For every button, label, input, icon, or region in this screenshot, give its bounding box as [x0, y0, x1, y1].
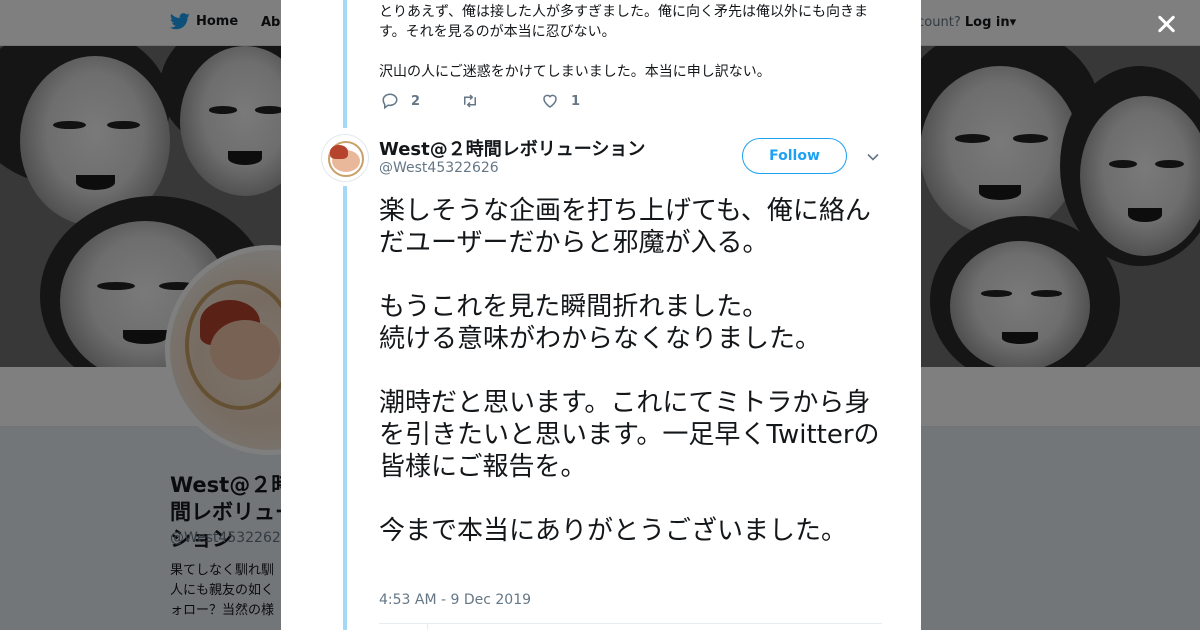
- tweet-modal: とりあえず、俺は接した人が多すぎました。俺に向く矛先は俺以外にも向きます。それを…: [281, 0, 921, 630]
- tweet-paragraph: 今まで本当にありがとうございました。: [379, 516, 848, 546]
- reply-icon: [382, 93, 398, 110]
- tweet-author-handle[interactable]: @West45322626: [379, 160, 499, 176]
- retweet-icon: [464, 94, 476, 108]
- close-icon[interactable]: [1152, 10, 1180, 38]
- thread-line-top: [343, 0, 347, 128]
- tweet-paragraph: 潮時だと思います。これにてミトラから身を引きたいと思います。一足早くTwitte…: [379, 388, 880, 482]
- tweet-paragraph: 楽しそうな企画を打ち上げても、俺に絡んだユーザーだからと邪魔が入る。: [379, 196, 871, 258]
- previous-tweet-paragraph: 沢山の人にご迷惑をかけてしまいました。本当に申し訳ない。: [379, 64, 771, 80]
- retweet-button[interactable]: [461, 92, 541, 110]
- like-button[interactable]: 1: [541, 92, 580, 110]
- tweet-timestamp[interactable]: 4:53 AM - 9 Dec 2019: [379, 592, 531, 608]
- tweet-text: 楽しそうな企画を打ち上げても、俺に絡んだユーザーだからと邪魔が入る。 もうこれを…: [379, 195, 889, 579]
- tweet-stats-separator: [427, 623, 428, 630]
- thread-line-bottom: [343, 186, 347, 630]
- reply-count: 2: [411, 93, 421, 109]
- heart-icon: [543, 94, 557, 108]
- tweet-menu-button[interactable]: [865, 149, 881, 165]
- follow-button[interactable]: Follow: [742, 138, 847, 174]
- tweet-author-avatar[interactable]: [321, 134, 369, 182]
- tweet-paragraph: もうこれを見た瞬間折れました。 続ける意味がわからなくなりました。: [379, 292, 822, 354]
- like-count: 1: [571, 93, 581, 109]
- previous-tweet-actions: 2 1: [381, 92, 580, 110]
- tweet-divider: [379, 623, 882, 624]
- tweet-author-name[interactable]: West@２時間レボリューション: [379, 135, 645, 161]
- previous-tweet-text: とりあえず、俺は接した人が多すぎました。俺に向く矛先は俺以外にも向きます。それを…: [379, 2, 879, 102]
- reply-button[interactable]: 2: [381, 92, 461, 110]
- previous-tweet-paragraph: とりあえず、俺は接した人が多すぎました。俺に向く矛先は俺以外にも向きます。それを…: [379, 4, 869, 40]
- chevron-down-icon: [867, 153, 879, 161]
